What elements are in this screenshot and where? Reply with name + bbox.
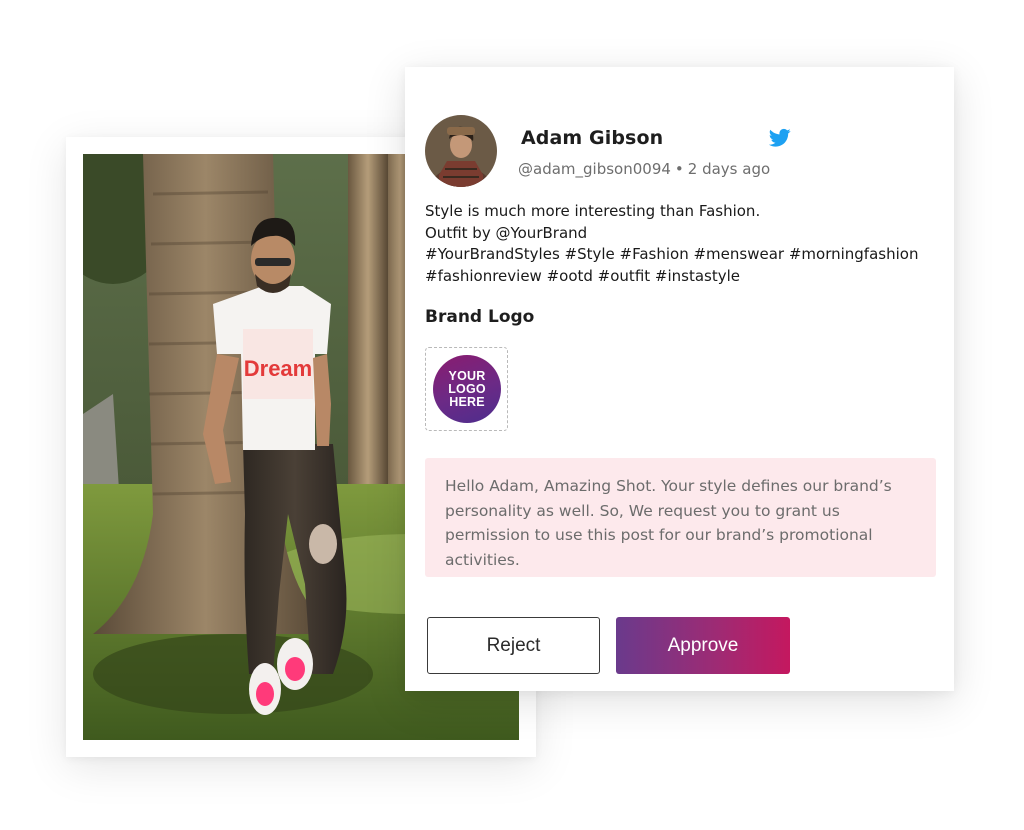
post-time: 2 days ago xyxy=(687,160,771,178)
caption-line: #YourBrandStyles #Style #Fashion #menswe… xyxy=(425,245,919,263)
logo-text-line: LOGO xyxy=(448,381,486,396)
approve-button[interactable]: Approve xyxy=(616,617,790,674)
logo-text-line: YOUR xyxy=(448,368,486,383)
caption-line: #fashionreview #ootd #outfit #instastyle xyxy=(425,266,741,285)
brand-logo-dropzone[interactable]: YOUR LOGO HERE xyxy=(425,347,508,431)
svg-text:Dream: Dream xyxy=(244,356,312,381)
avatar[interactable] xyxy=(425,115,497,187)
request-message-box: Hello Adam, Amazing Shot. Your style def… xyxy=(425,458,936,577)
post-meta: @adam_gibson0094 • 2 days ago xyxy=(518,160,770,178)
twitter-icon xyxy=(769,128,791,147)
user-name[interactable]: Adam Gibson xyxy=(521,127,663,149)
request-message: Hello Adam, Amazing Shot. Your style def… xyxy=(445,477,892,569)
avatar-image xyxy=(425,115,497,187)
post-caption: Style is much more interesting than Fash… xyxy=(425,201,945,287)
reject-button[interactable]: Reject xyxy=(427,617,600,674)
brand-logo-heading: Brand Logo xyxy=(425,307,535,327)
caption-line: Style is much more interesting than Fash… xyxy=(425,202,761,220)
shirt-graphic: Dream xyxy=(243,329,313,399)
caption-line: Outfit by @YourBrand xyxy=(425,223,588,242)
user-handle[interactable]: @adam_gibson0094 xyxy=(518,160,671,178)
social-post-card: Adam Gibson @adam_gibson0094 • 2 days ago … xyxy=(405,67,954,691)
logo-text-line: HERE xyxy=(449,394,485,409)
brand-logo: YOUR LOGO HERE xyxy=(433,355,501,423)
meta-separator: • xyxy=(674,160,684,178)
